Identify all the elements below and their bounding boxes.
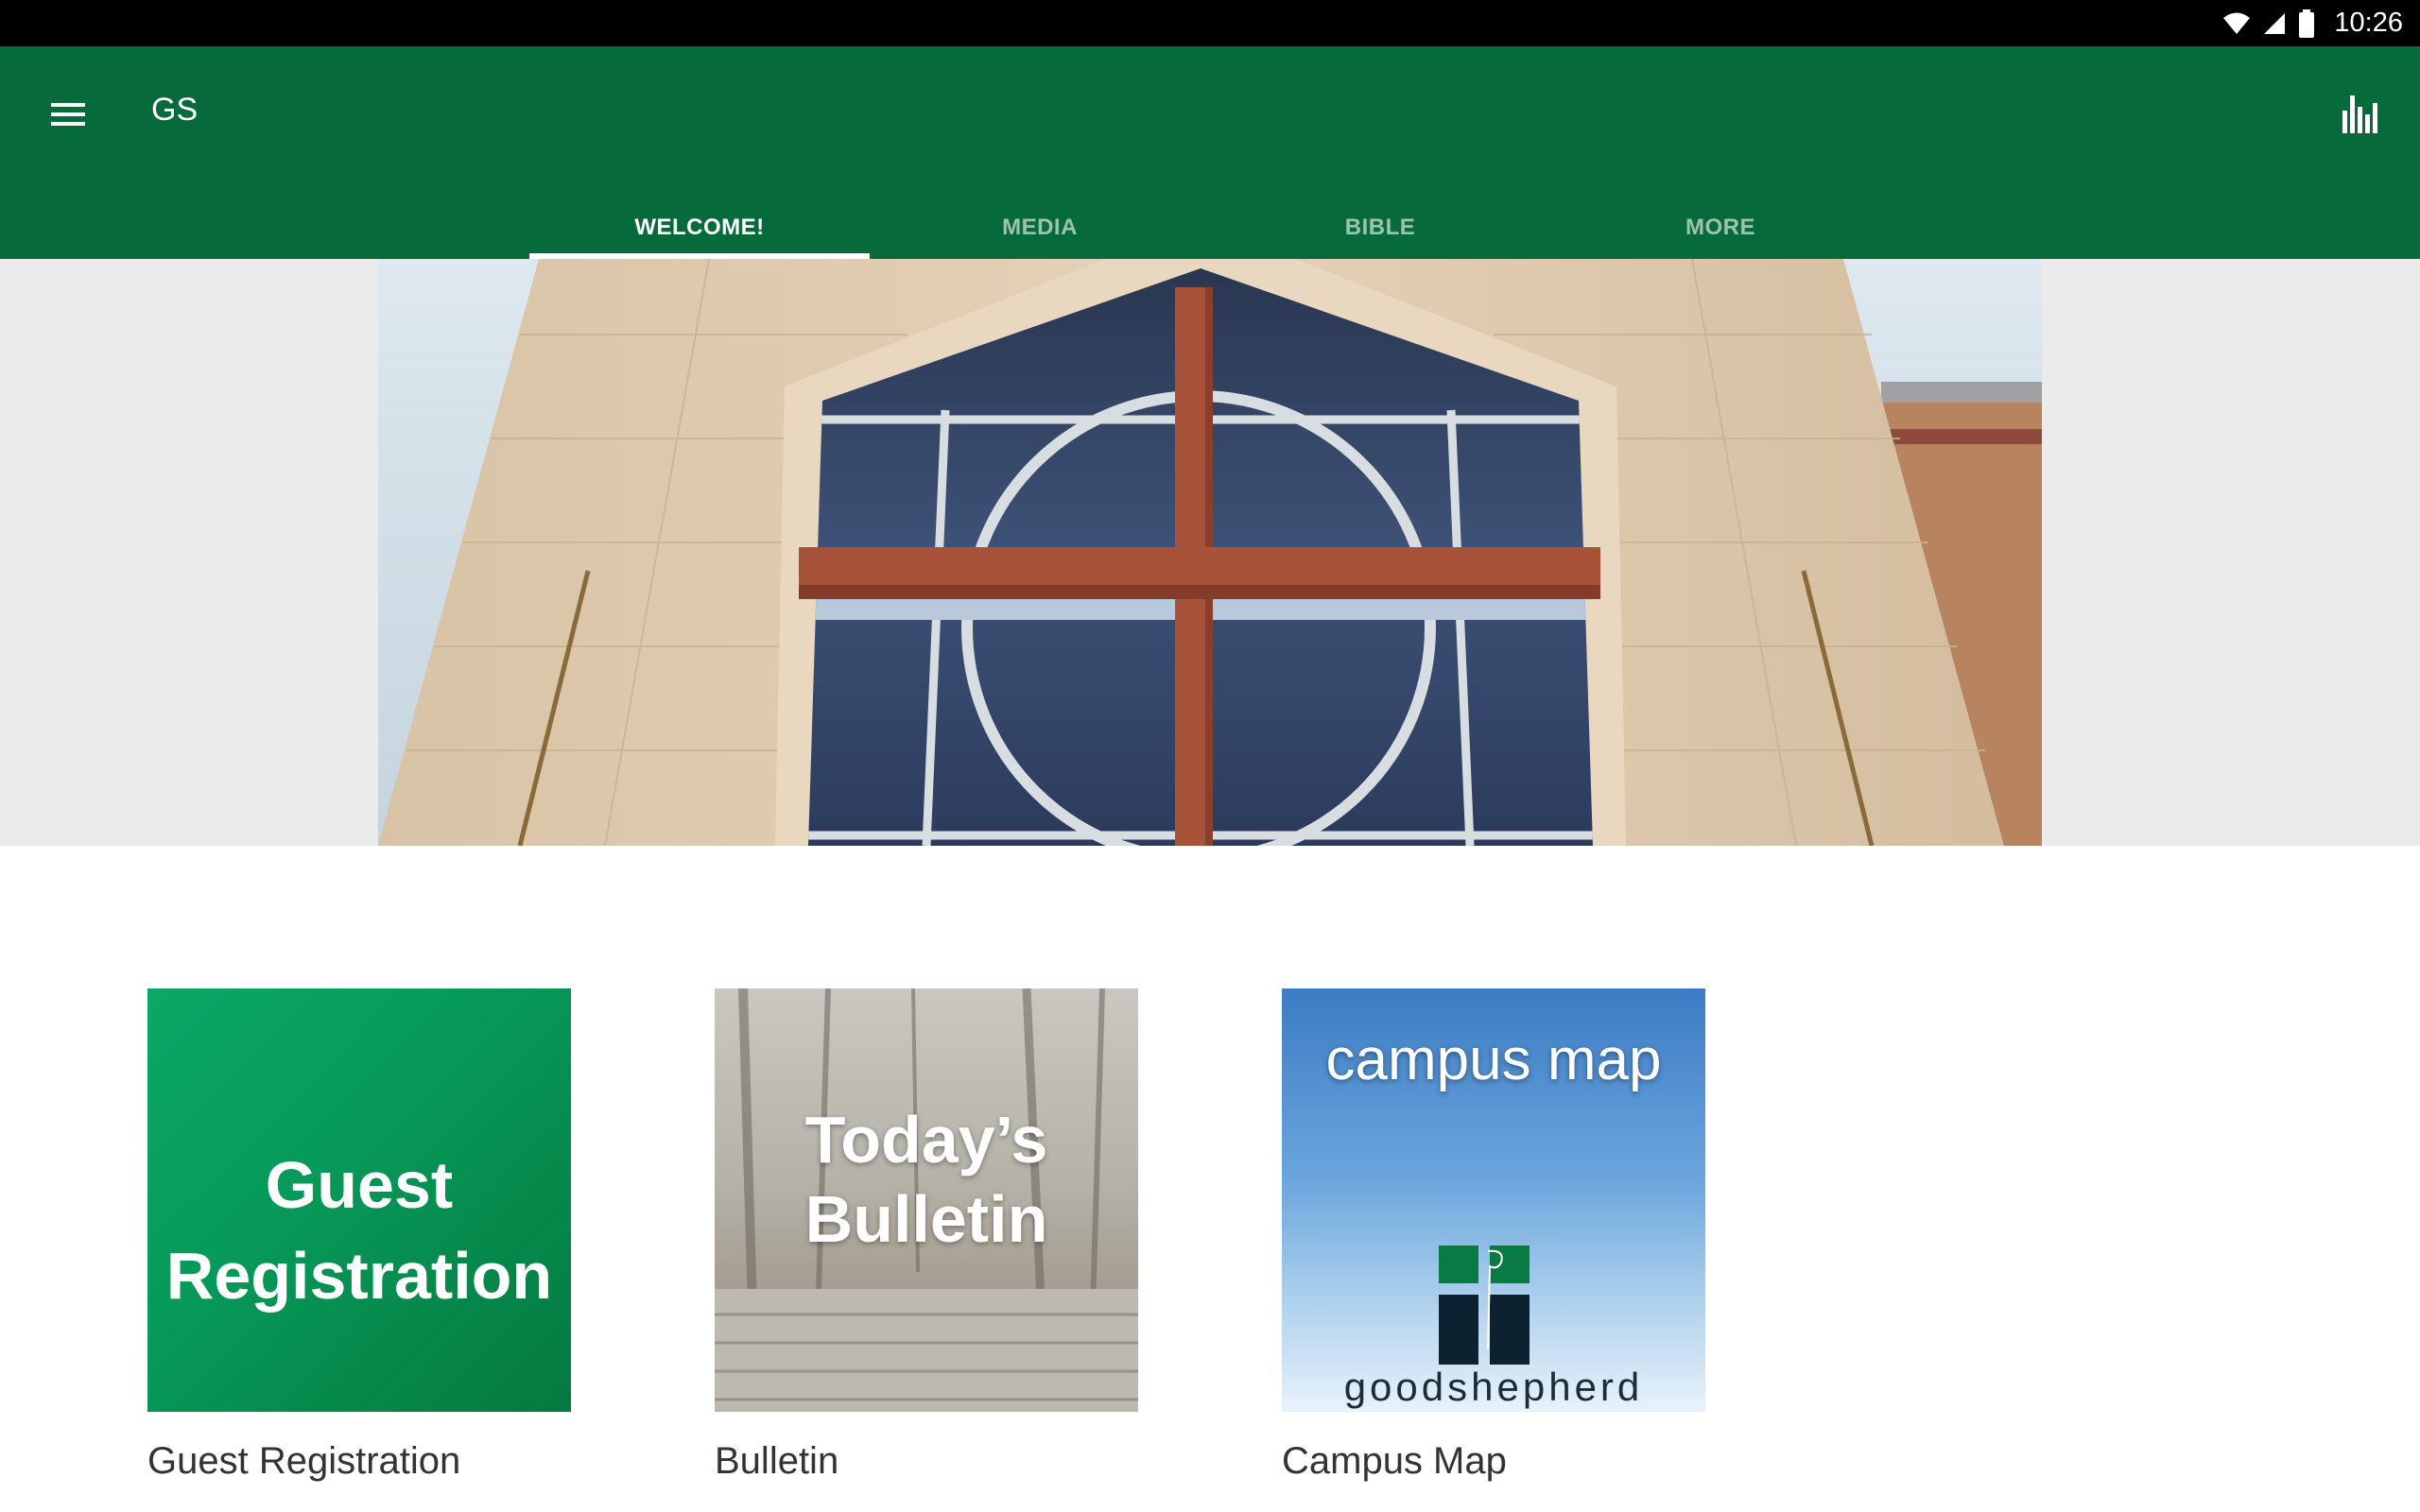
tab-bible[interactable]: BIBLE (1210, 201, 1550, 259)
battery-icon (2299, 9, 2315, 38)
cell-signal-icon (2264, 12, 2286, 34)
bulletin-line1: Today’s (804, 1103, 1048, 1177)
bulletin-caption[interactable]: Bulletin (715, 1440, 1138, 1483)
campus-map-caption[interactable]: Campus Map (1282, 1440, 1705, 1483)
tab-more[interactable]: MORE (1550, 201, 1891, 259)
bulletin-image[interactable]: Today’s Bulletin (715, 988, 1138, 1412)
good-shepherd-wordmark: goodshepherd (1282, 1365, 1705, 1410)
good-shepherd-wordmark-part1: good (1343, 1365, 1448, 1409)
tab-media[interactable]: MEDIA (870, 201, 1210, 259)
good-shepherd-logo (1439, 1246, 1530, 1365)
bar-chart-icon[interactable] (2325, 80, 2394, 148)
campus-map-image[interactable]: campus map goodshepherd (1282, 988, 1705, 1412)
bulletin-line2: Bulletin (804, 1182, 1048, 1256)
guest-registration-line1: Guest (265, 1148, 454, 1222)
tile-guest-registration[interactable]: Guest Registration Guest Registration (147, 988, 571, 1483)
guest-registration-line2: Registration (165, 1239, 553, 1313)
guest-registration-image[interactable]: Guest Registration (147, 988, 571, 1412)
campus-map-heading: campus map (1325, 1027, 1662, 1092)
tab-bar: WELCOME! MEDIA BIBLE MORE (529, 201, 1891, 259)
app-title: GS (151, 92, 199, 128)
status-bar: 10:26 (0, 0, 2420, 46)
wifi-icon (2223, 12, 2251, 34)
tab-welcome[interactable]: WELCOME! (529, 201, 870, 259)
good-shepherd-wordmark-part2: shepherd (1447, 1365, 1644, 1409)
bulletin-image-text: Today’s Bulletin (715, 1100, 1138, 1259)
hero-church-image (378, 259, 2042, 846)
hamburger-menu-icon[interactable] (38, 84, 98, 145)
tile-bulletin[interactable]: Today’s Bulletin Bulletin (715, 988, 1138, 1483)
app-bar: GS WELCOME! MEDIA BIBLE MORE (0, 46, 2420, 259)
tile-campus-map[interactable]: campus map goodshepherd Campus Map (1282, 988, 1705, 1483)
guest-registration-image-text: Guest Registration (147, 1140, 571, 1321)
status-time: 10:26 (2334, 8, 2403, 38)
guest-registration-caption[interactable]: Guest Registration (147, 1440, 571, 1483)
